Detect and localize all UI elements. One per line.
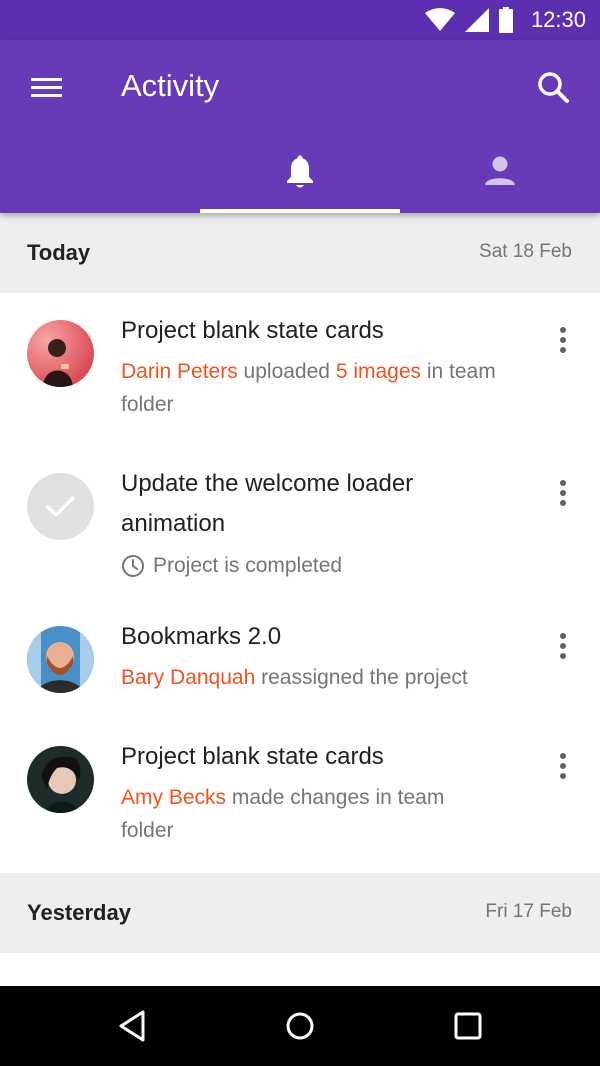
section-date: Fri 17 Feb	[485, 901, 572, 922]
status-bar: 12:30	[0, 0, 600, 40]
cellular-signal-icon	[464, 8, 489, 32]
more-vert-icon-dot	[560, 490, 566, 496]
more-vert-icon-dot	[560, 347, 566, 353]
item-rest-text: reassigned the project	[255, 666, 468, 689]
more-vert-icon-dot	[560, 643, 566, 649]
activity-item[interactable]: Update the welcome loader animation Proj…	[0, 446, 600, 599]
avatar	[27, 320, 94, 387]
menu-icon-bar	[31, 94, 62, 97]
tab-notifications[interactable]	[200, 138, 400, 213]
home-circle-icon	[286, 1012, 314, 1040]
search-icon	[538, 72, 569, 103]
more-options-button[interactable]	[550, 746, 576, 786]
item-title: Bookmarks 2.0	[121, 623, 282, 650]
more-vert-icon	[560, 480, 566, 486]
avatar-image	[27, 626, 94, 693]
menu-icon-bar	[31, 86, 62, 89]
system-navigation-bar	[0, 986, 600, 1066]
search-button[interactable]	[534, 68, 574, 108]
more-vert-icon-dot	[560, 763, 566, 769]
activity-item[interactable]: Project blank state cards Darin Peters u…	[0, 293, 600, 446]
tab-indicator	[200, 209, 400, 213]
item-description: Amy Becks made changes in team folder	[121, 781, 501, 847]
activity-item[interactable]: Project blank state cards Amy Becks made…	[0, 719, 600, 873]
check-icon	[46, 496, 75, 517]
more-vert-icon	[560, 753, 566, 759]
clock-icon	[122, 554, 144, 577]
item-title: Project blank state cards	[121, 317, 384, 344]
avatar	[27, 626, 94, 693]
more-vert-icon-dot	[560, 337, 566, 343]
avatar	[27, 746, 94, 813]
menu-button[interactable]	[30, 74, 64, 100]
item-description: Darin Peters uploaded 5 images in team f…	[121, 355, 501, 421]
recents-button[interactable]	[448, 1006, 488, 1046]
app-bar: Activity	[0, 40, 600, 213]
item-description: Bary Danquah reassigned the project	[121, 661, 541, 694]
status-icons: 12:30	[424, 6, 586, 34]
wifi-icon	[424, 8, 455, 31]
section-header-yesterday: Yesterday Fri 17 Feb	[0, 873, 600, 953]
menu-icon	[31, 78, 62, 81]
person-link[interactable]: Darin Peters	[121, 360, 238, 383]
more-vert-icon	[560, 633, 566, 639]
home-button[interactable]	[280, 1006, 320, 1046]
more-options-button[interactable]	[550, 473, 576, 513]
battery-icon	[498, 7, 513, 33]
status-time: 12:30	[530, 7, 586, 32]
person-icon	[485, 156, 515, 185]
section-title: Yesterday	[27, 900, 131, 925]
recents-square-icon	[454, 1012, 482, 1040]
more-vert-icon	[560, 327, 566, 333]
avatar-image	[27, 746, 94, 813]
person-link[interactable]: Bary Danquah	[121, 666, 255, 689]
bell-icon	[287, 155, 313, 188]
person-link[interactable]: Amy Becks	[121, 786, 226, 809]
more-vert-icon-dot	[560, 653, 566, 659]
more-options-button[interactable]	[550, 626, 576, 666]
object-link[interactable]: 5 images	[336, 360, 421, 383]
item-status: Project is completed	[121, 549, 501, 582]
more-options-button[interactable]	[550, 320, 576, 360]
back-triangle-icon	[119, 1010, 145, 1042]
page-title: Activity	[121, 68, 220, 103]
section-title: Today	[27, 240, 91, 265]
section-header-today: Today Sat 18 Feb	[0, 213, 600, 293]
item-action-text: uploaded	[237, 360, 336, 383]
item-title: Project blank state cards	[121, 743, 384, 770]
completed-avatar	[27, 473, 94, 540]
more-vert-icon-dot	[560, 500, 566, 506]
activity-item[interactable]: Bookmarks 2.0 Bary Danquah reassigned th…	[0, 599, 600, 719]
section-date: Sat 18 Feb	[479, 241, 572, 262]
item-title: Update the welcome loader animation	[121, 470, 414, 537]
avatar-image	[27, 320, 94, 387]
more-vert-icon-dot	[560, 773, 566, 779]
tab-people[interactable]	[400, 138, 600, 213]
back-button[interactable]	[113, 1006, 153, 1046]
status-text: Project is completed	[153, 554, 343, 577]
